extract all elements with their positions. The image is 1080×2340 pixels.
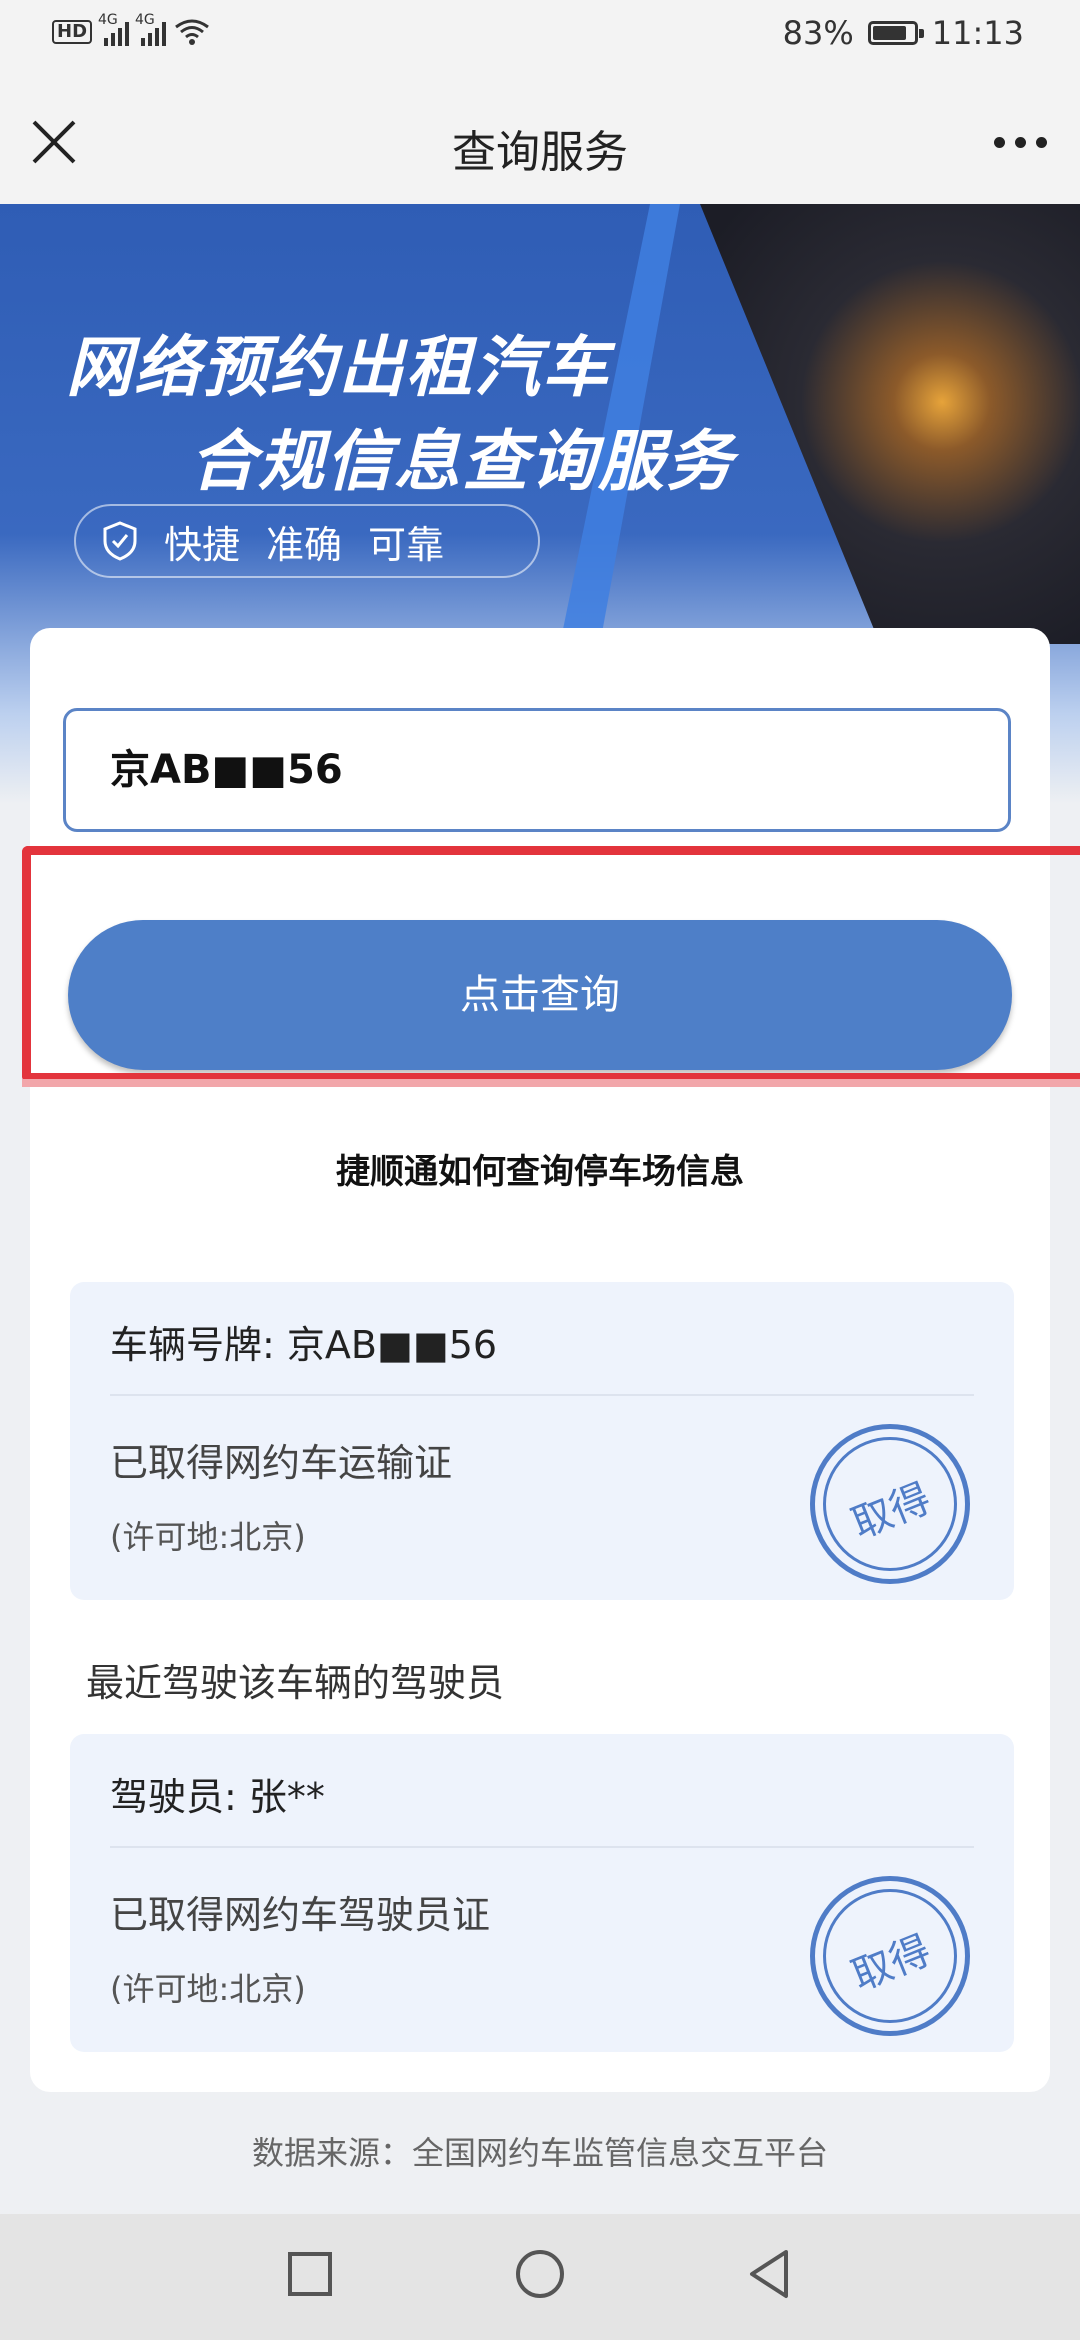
back-icon[interactable] <box>740 2244 800 2304</box>
data-source-footer: 数据来源：全国网约车监管信息交互平台 <box>251 2134 828 2172</box>
vehicle-info-card: 车辆号牌: 京AB■■56 已取得网约车运输证 (许可地:北京) 取得 <box>70 1282 1014 1600</box>
driver-permit-status: 已取得网约车驾驶员证 <box>110 1893 491 1937</box>
system-nav-bar <box>0 2214 1080 2340</box>
status-left: HD 4G 4G <box>52 12 210 46</box>
banner-title-line1: 网络预约出租汽车 <box>66 329 610 406</box>
drivers-section-label: 最近驾驶该车辆的驾驶员 <box>86 1661 505 1705</box>
overlay-caption: 捷顺通如何查询停车场信息 <box>336 1152 744 1192</box>
battery-icon <box>867 21 924 45</box>
tag-fast: 快捷 <box>164 522 241 567</box>
driver-info-card: 驾驶员: 张** 已取得网约车驾驶员证 (许可地:北京) 取得 <box>70 1734 1014 2052</box>
plate-input[interactable]: 京AB■■56 <box>63 708 1011 832</box>
signal-icon: 4G <box>98 12 130 46</box>
vehicle-permit-status: 已取得网约车运输证 <box>110 1441 453 1485</box>
page-title: 查询服务 <box>452 127 628 178</box>
obtained-stamp: 取得 <box>810 1876 970 2036</box>
wifi-icon <box>175 19 209 45</box>
battery-fill <box>872 26 906 40</box>
recent-apps-icon[interactable] <box>280 2244 340 2304</box>
status-right: 83% 11:13 <box>783 14 1024 52</box>
vehicle-permit-place: (许可地:北京) <box>110 1518 306 1556</box>
driver-name: 驾驶员: 张** <box>110 1775 325 1819</box>
highlight-box <box>22 846 1080 1087</box>
nav-bar: 查询服务 <box>0 78 1080 204</box>
tag-reliable: 可靠 <box>368 522 445 567</box>
obtained-stamp: 取得 <box>810 1424 970 1584</box>
stamp-text: 取得 <box>845 1475 938 1549</box>
clock: 11:13 <box>931 14 1024 52</box>
driver-permit-place: (许可地:北京) <box>110 1970 306 2008</box>
stamp-text: 取得 <box>845 1927 938 2001</box>
signal-icon: 4G <box>135 12 167 46</box>
hd-badge: HD <box>52 20 93 44</box>
signal-label: 4G <box>135 12 155 28</box>
vehicle-plate: 车辆号牌: 京AB■■56 <box>110 1323 498 1367</box>
more-icon[interactable] <box>994 128 1050 156</box>
divider <box>110 1394 974 1396</box>
status-bar: HD 4G 4G 83% 11:13 <box>0 0 1080 78</box>
battery-percent: 83% <box>782 14 854 52</box>
home-icon[interactable] <box>510 2244 570 2304</box>
banner-tags: 快捷 准确 可靠 <box>74 504 540 578</box>
banner-title-line2: 合规信息查询服务 <box>190 423 734 500</box>
shield-check-icon <box>103 521 137 561</box>
signal-label: 4G <box>98 12 118 28</box>
divider <box>110 1846 974 1848</box>
tag-accurate: 准确 <box>266 522 343 567</box>
